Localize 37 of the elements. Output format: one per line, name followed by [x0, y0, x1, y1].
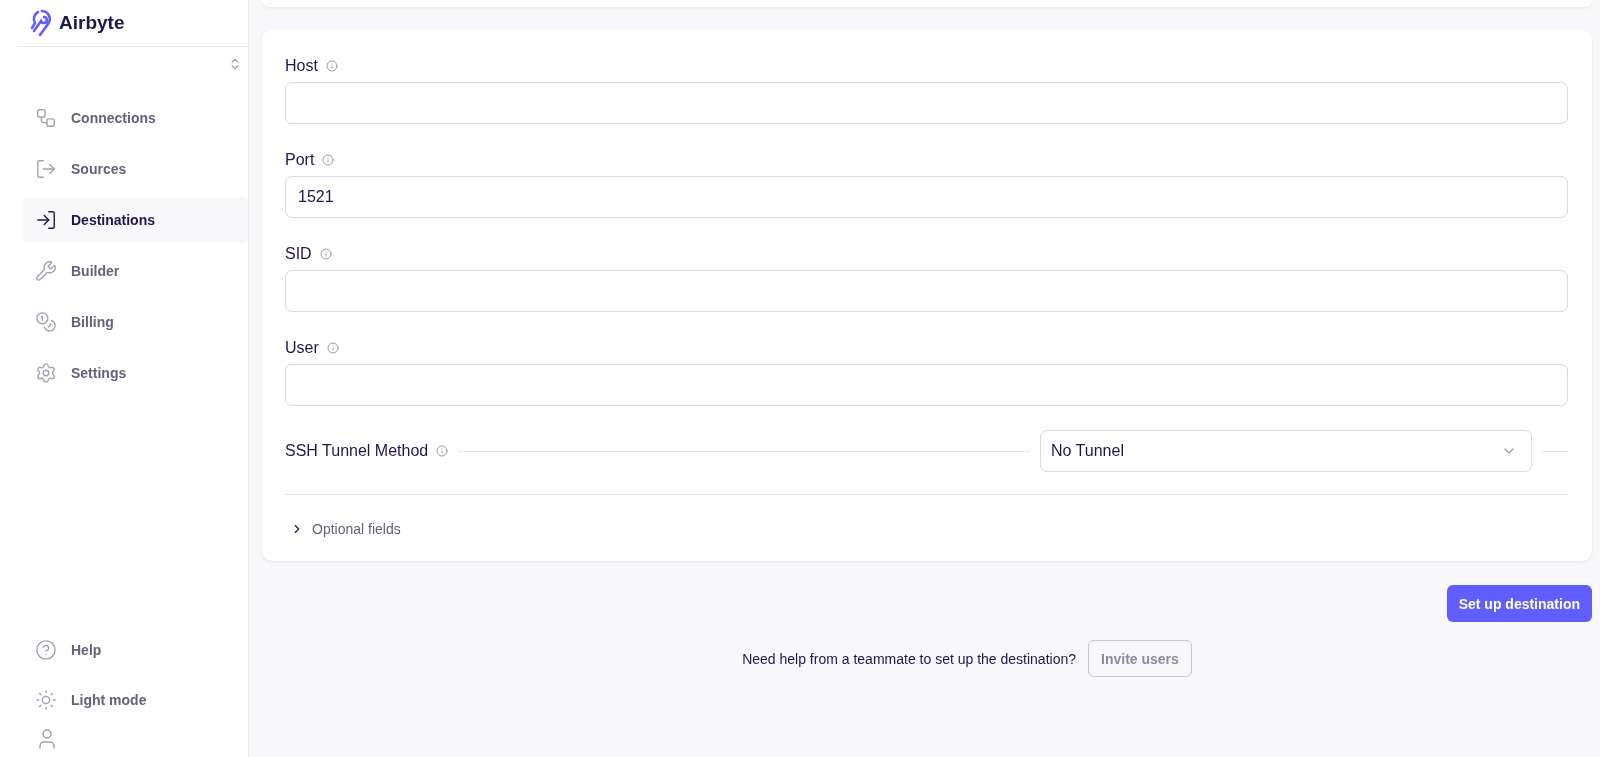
logo-icon [30, 9, 54, 37]
help-icon [35, 639, 57, 661]
logo-text: Airbyte [59, 12, 125, 34]
input-field[interactable] [285, 270, 1568, 312]
coins-icon [35, 311, 57, 333]
select-field[interactable]: No Tunnel [1040, 430, 1532, 472]
input-field[interactable]: 1521 [285, 176, 1568, 218]
setup-button[interactable]: Set up destination [1446, 585, 1592, 622]
nav-item[interactable]: Sources [23, 146, 248, 192]
field-label: User [285, 339, 319, 357]
nav-item[interactable]: Help [23, 627, 248, 673]
nav-item[interactable]: Destinations [23, 197, 248, 243]
field-label: Port [285, 151, 315, 169]
help-text: Need help from a teammate to set up the destination? [742, 650, 1076, 667]
nav-item[interactable]: Settings [23, 350, 248, 396]
info-icon[interactable] [325, 60, 338, 72]
input-field[interactable] [285, 82, 1568, 124]
field-label: SID [285, 245, 312, 263]
nav-item[interactable]: Builder [23, 248, 248, 294]
info-icon[interactable] [436, 445, 449, 457]
field-label: Host [285, 57, 318, 75]
invite-button[interactable]: Invite users [1088, 640, 1192, 677]
enter-icon [35, 209, 57, 231]
field-label: SSH Tunnel Method [285, 442, 429, 460]
nav-item[interactable]: Light mode [23, 677, 248, 723]
info-icon[interactable] [326, 342, 339, 354]
info-icon[interactable] [319, 248, 332, 260]
nodes-icon [35, 107, 57, 129]
info-icon[interactable] [322, 154, 335, 166]
wrench-icon [35, 260, 57, 282]
input-field[interactable] [285, 364, 1568, 406]
sun-icon [35, 689, 57, 711]
nav-item[interactable]: Billing [23, 299, 248, 345]
optional-fields-toggle[interactable]: Optional fields [312, 521, 401, 537]
exit-icon [35, 158, 57, 180]
nav-item[interactable]: Connections [23, 95, 248, 141]
settings-icon [35, 362, 57, 384]
